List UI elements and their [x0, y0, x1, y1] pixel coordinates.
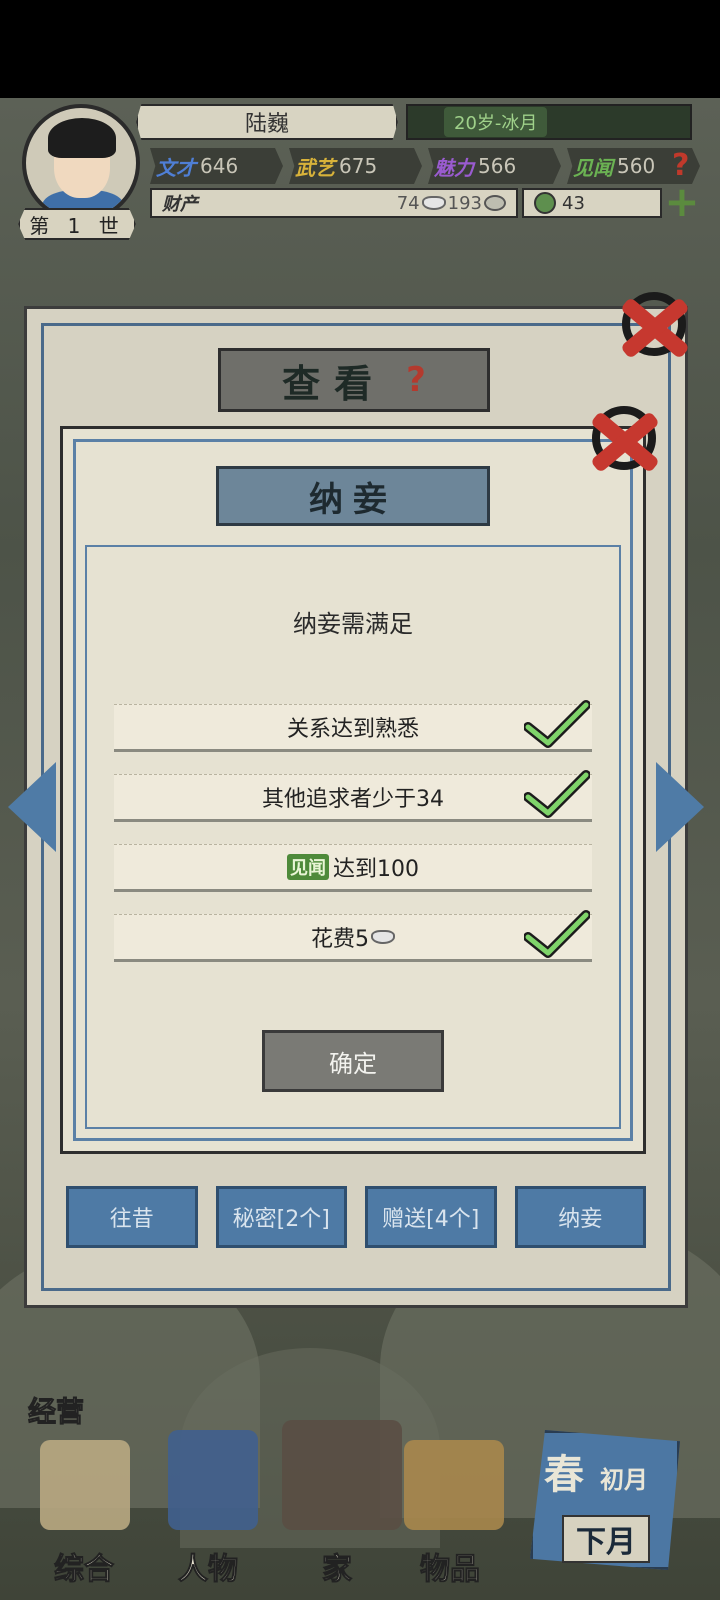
requirement-row: 见闻 达到100	[114, 844, 592, 892]
requirement-text: 达到100	[333, 857, 419, 882]
nav-overview[interactable]: 综合	[54, 1544, 115, 1588]
silver-ingot-icon	[421, 196, 446, 210]
nav-home[interactable]: 家	[322, 1544, 353, 1588]
generation-badge: 第 1 世	[18, 208, 136, 240]
requirement-text: 花费5	[311, 927, 369, 952]
tab-secrets[interactable]: 秘密[2个]	[215, 1186, 347, 1248]
close-panel-icon[interactable]	[612, 286, 696, 370]
age-season-text: 20岁-冰月	[444, 107, 548, 137]
stat-label: 武艺	[295, 155, 335, 180]
stat-wuyi: 武艺 675	[289, 148, 422, 184]
jade-icon	[534, 192, 556, 214]
wealth-bar: 财产 74 193	[150, 188, 518, 218]
dialog-title: 纳妾	[216, 466, 490, 526]
wealth-label: 财产	[162, 194, 198, 215]
check-icon	[524, 770, 590, 818]
stat-value: 560	[617, 154, 656, 178]
stat-value: 675	[339, 154, 378, 178]
requirement-row: 花费5	[114, 910, 592, 962]
tab-gift[interactable]: 赠送[4个]	[365, 1186, 497, 1248]
wealth-silver: 193	[447, 192, 482, 214]
panel-title: 查看	[282, 360, 387, 406]
stat-value: 566	[478, 154, 517, 178]
tab-concubine[interactable]: 纳妾	[514, 1186, 646, 1248]
items-icon	[404, 1440, 504, 1530]
nav-items[interactable]: 物品	[420, 1544, 481, 1588]
stats-bar: 文才 646 武艺 675 魅力 566 见闻 560	[150, 148, 700, 184]
question-icon[interactable]: ?	[406, 360, 426, 400]
season-label: 春	[544, 1451, 584, 1498]
panel-tabs: 往昔 秘密[2个] 赠送[4个] 纳妾	[66, 1186, 646, 1248]
coin-icon	[484, 195, 506, 211]
next-month-button[interactable]: 下月	[562, 1515, 650, 1563]
status-bar	[0, 0, 720, 98]
requirement-text: 关系达到熟悉	[286, 717, 419, 742]
season-sub-label: 初月	[600, 1465, 648, 1494]
stat-label: 文才	[156, 155, 196, 180]
stat-meili: 魅力 566	[428, 148, 561, 184]
overview-icon	[40, 1440, 130, 1530]
home-icon	[282, 1420, 402, 1530]
panel-title-bar: 查看 ?	[218, 348, 490, 412]
jade-value: 43	[562, 192, 585, 214]
confirm-button[interactable]: 确定	[262, 1030, 444, 1092]
close-dialog-icon[interactable]	[582, 400, 666, 484]
stat-value: 646	[200, 154, 239, 178]
check-icon	[524, 910, 590, 958]
tab-past[interactable]: 往昔	[66, 1186, 198, 1248]
wealth-coins: 74	[396, 192, 420, 214]
requirement-row: 其他追求者少于34	[114, 770, 592, 822]
dialog-subtitle: 纳妾需满足	[293, 610, 413, 638]
stat-wencai: 文才 646	[150, 148, 283, 184]
silver-ingot-icon	[371, 930, 395, 944]
requirement-row: 关系达到熟悉	[114, 700, 592, 752]
stat-label: 见闻	[573, 155, 613, 180]
avatar[interactable]	[22, 104, 140, 222]
nav-characters[interactable]: 人物	[178, 1544, 239, 1588]
jade-bar: 43	[522, 188, 662, 218]
stat-label: 魅力	[434, 155, 474, 180]
age-season-display: 20岁-冰月	[406, 104, 692, 140]
jianwen-tag: 见闻	[287, 854, 329, 880]
requirement-text: 其他追求者少于34	[262, 787, 444, 812]
check-icon	[524, 700, 590, 748]
character-icon	[168, 1430, 258, 1530]
player-name: 陆巍	[136, 104, 398, 140]
manage-button[interactable]: 经营	[27, 1390, 84, 1430]
plus-icon[interactable]: +	[664, 181, 700, 223]
